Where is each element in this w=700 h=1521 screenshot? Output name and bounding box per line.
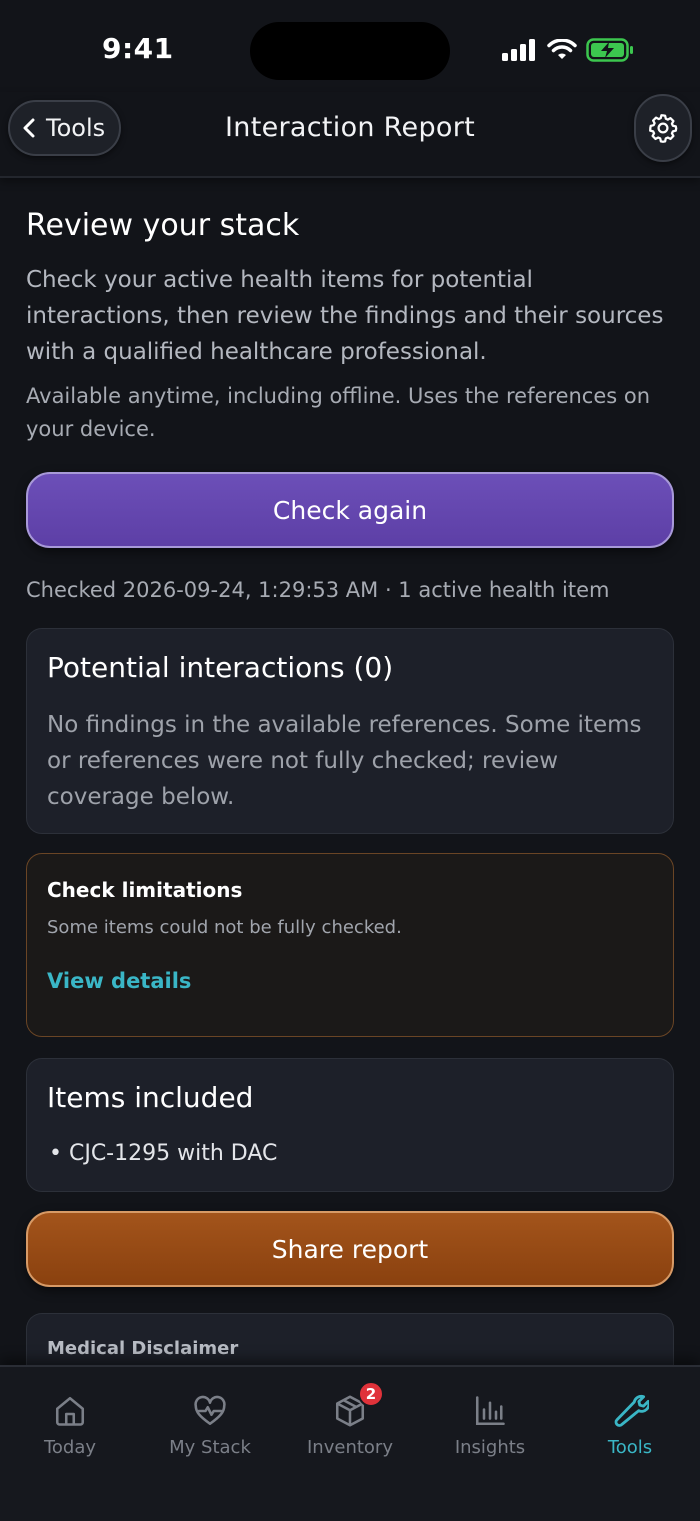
tab-tools[interactable]: Tools — [560, 1389, 700, 1469]
tab-my-stack[interactable]: My Stack — [140, 1389, 280, 1469]
wifi-icon — [547, 39, 577, 59]
limitations-card: Check limitations Some items could not b… — [26, 853, 674, 1037]
tab-today[interactable]: Today — [0, 1389, 140, 1469]
check-again-button[interactable]: Check again — [26, 472, 674, 548]
tab-label: Insights — [454, 1437, 526, 1458]
inventory-badge: 2 — [358, 1381, 384, 1407]
gear-icon — [649, 114, 678, 143]
share-report-button[interactable]: Share report — [26, 1211, 674, 1287]
last-checked-text: Checked 2026-09-24, 1:29:53 AM · 1 activ… — [26, 578, 610, 602]
tab-insights[interactable]: Insights — [420, 1389, 560, 1469]
wrench-icon — [614, 1394, 649, 1427]
limitations-title: Check limitations — [47, 878, 243, 902]
items-included-card: Items included • CJC-1295 with DAC — [26, 1058, 674, 1192]
tab-inventory[interactable]: 2 Inventory — [280, 1381, 420, 1469]
tab-label: Inventory — [307, 1437, 393, 1458]
bar-chart-icon — [475, 1396, 505, 1426]
disclaimer-title: Medical Disclaimer — [47, 1338, 239, 1359]
heart-pulse-icon — [194, 1395, 226, 1426]
dynamic-island — [250, 22, 450, 80]
tab-bar: Today My Stack 2 Inventory Insights Tool… — [0, 1365, 700, 1521]
interactions-title: Potential interactions (0) — [47, 651, 394, 684]
interactions-body: No findings in the available references.… — [47, 712, 642, 810]
availability-text: Available anytime, including offline. Us… — [26, 384, 651, 441]
interactions-card: Potential interactions (0) No findings i… — [26, 628, 674, 834]
home-icon — [55, 1396, 85, 1426]
intro-text: Check your active health items for poten… — [26, 267, 664, 365]
limitations-body: Some items could not be fully checked. — [47, 917, 402, 938]
items-included-title: Items included — [47, 1081, 254, 1114]
settings-button[interactable] — [634, 94, 692, 162]
view-details-link[interactable]: View details — [47, 969, 191, 993]
list-item: • CJC-1295 with DAC — [49, 1141, 278, 1166]
nav-header: Tools Interaction Report — [0, 92, 700, 178]
signal-icon — [502, 39, 535, 61]
battery-charging-icon — [586, 38, 633, 62]
tab-label: Today — [43, 1437, 97, 1458]
tab-label: My Stack — [169, 1437, 251, 1458]
tab-label: Tools — [607, 1437, 653, 1458]
status-bar: 9:41 — [0, 0, 700, 95]
page-title: Interaction Report — [225, 112, 475, 143]
interaction-report-screen: 9:41 Tools Interaction Report Review you… — [0, 0, 700, 1521]
status-time: 9:41 — [102, 32, 174, 65]
status-icons — [502, 38, 634, 62]
section-heading: Review your stack — [26, 208, 300, 243]
